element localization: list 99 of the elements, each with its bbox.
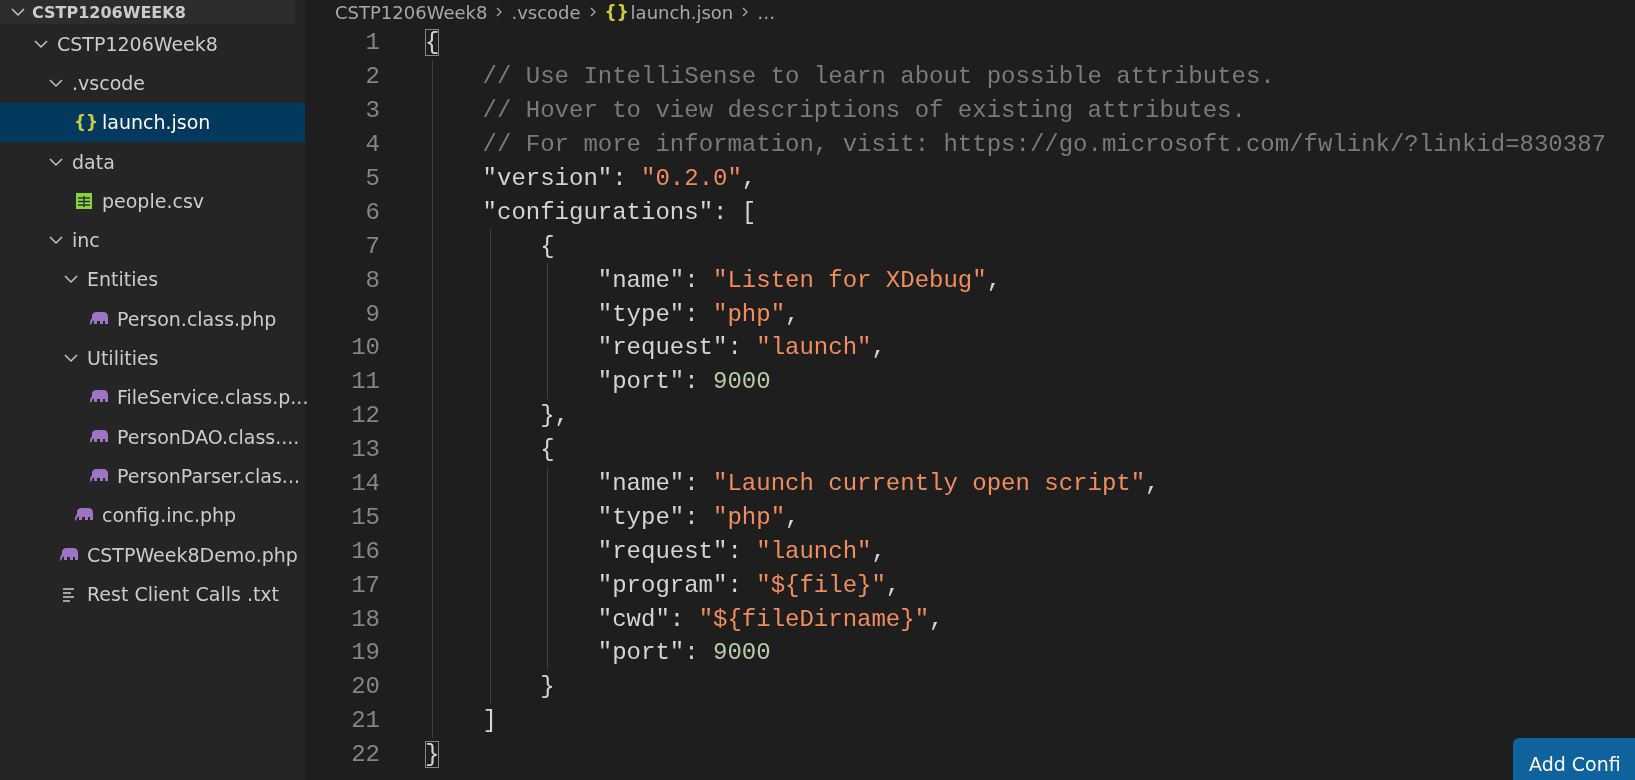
- file-item[interactable]: {} launch.json: [0, 102, 305, 142]
- file-item[interactable]: CSTPWeek8Demo.php: [0, 534, 305, 575]
- json-string: "Launch currently open script": [713, 470, 1146, 497]
- add-configuration-button[interactable]: Add Confi: [1513, 738, 1635, 780]
- breadcrumb-item[interactable]: .vscode: [511, 1, 581, 23]
- folder-item[interactable]: Utilities: [0, 338, 305, 378]
- punctuation: }: [540, 673, 555, 701]
- line-number: 17: [350, 571, 381, 599]
- file-item[interactable]: PersonDAO.class....: [0, 416, 305, 457]
- file-item[interactable]: FileService.class.p...: [0, 377, 305, 417]
- punctuation: :: [669, 605, 686, 633]
- json-number: 9000: [713, 639, 771, 667]
- line-number: 19: [350, 639, 381, 667]
- line-number: 14: [350, 470, 381, 497]
- file-item[interactable]: config.inc.php: [0, 495, 305, 535]
- line-number: 5: [364, 165, 381, 192]
- punctuation: : [: [713, 198, 757, 226]
- file-item[interactable]: PersonParser.clas...: [0, 456, 305, 496]
- punctuation: :: [684, 503, 700, 531]
- breadcrumb-item[interactable]: CSTP1206Week8: [335, 1, 488, 23]
- punctuation: :: [684, 470, 700, 497]
- line-number: 21: [350, 707, 381, 735]
- punctuation: ,: [785, 503, 800, 531]
- line-number: 4: [364, 131, 381, 159]
- folder-item[interactable]: data: [0, 141, 305, 182]
- table-icon: [74, 190, 94, 211]
- punctuation: {: [540, 232, 555, 260]
- punctuation: ,: [871, 334, 886, 362]
- punctuation: :: [727, 537, 743, 565]
- folder-item[interactable]: inc: [0, 220, 305, 260]
- line-number: 1: [364, 29, 381, 57]
- line-number: 18: [350, 605, 381, 633]
- json-key: "configurations": [482, 198, 714, 226]
- punctuation: {: [540, 436, 555, 464]
- punctuation: :: [684, 300, 700, 328]
- file-item[interactable]: people.csv: [0, 181, 305, 221]
- folder-item[interactable]: .vscode: [0, 63, 305, 103]
- punctuation: ,: [871, 537, 886, 565]
- line-number: 2: [364, 63, 381, 91]
- file-item[interactable]: Person.class.php: [0, 299, 305, 339]
- json-key: "program": [597, 571, 728, 599]
- punctuation: ,: [785, 300, 800, 328]
- json-string: "${fileDirname}": [698, 605, 930, 633]
- json-key: "name": [597, 470, 685, 497]
- punctuation: ,: [885, 571, 901, 599]
- json-key: "port": [597, 639, 685, 667]
- json-key: "port": [597, 368, 685, 396]
- json-string: "Listen for XDebug": [713, 266, 987, 294]
- json-string: "php": [713, 503, 786, 531]
- punctuation: },: [540, 402, 569, 430]
- punctuation: :: [684, 639, 700, 667]
- line-number: 11: [350, 368, 381, 396]
- bracket: {: [425, 29, 440, 57]
- folder-item[interactable]: Entities: [0, 259, 305, 300]
- json-key: "type": [597, 300, 685, 328]
- braces-icon: {}: [74, 112, 94, 133]
- breadcrumb-item[interactable]: launch.json: [630, 1, 734, 23]
- line-number: 9: [364, 300, 381, 328]
- code-comment: // Use IntelliSense to learn about possible attributes.: [482, 63, 1275, 91]
- line-number: 6: [364, 198, 381, 226]
- punctuation: ,: [929, 605, 944, 633]
- punctuation: :: [727, 571, 743, 599]
- line-number: 22: [350, 741, 381, 769]
- punctuation: ,: [741, 165, 757, 192]
- folder-item[interactable]: CSTP1206Week8: [0, 24, 305, 64]
- punctuation: ,: [1145, 470, 1160, 497]
- punctuation: ,: [986, 266, 1002, 294]
- json-string: "launch": [756, 334, 872, 362]
- line-number: 16: [350, 537, 381, 565]
- code-comment: // Hover to view descriptions of existing attributes.: [482, 97, 1246, 125]
- line-number: 15: [350, 503, 381, 531]
- code-comment: // For more information, visit: https://go.microsoft.com/fwlink/?linkid=830387: [482, 131, 1606, 159]
- punctuation: :: [684, 266, 700, 294]
- json-key: "request": [597, 537, 728, 565]
- punctuation: :: [727, 334, 743, 362]
- line-number: 13: [350, 436, 381, 464]
- json-number: 9000: [713, 368, 771, 396]
- json-string: "${file}": [756, 571, 886, 599]
- line-number: 10: [350, 334, 381, 362]
- punctuation: ]: [482, 707, 497, 735]
- json-key: "type": [597, 503, 685, 531]
- bracket: }: [425, 741, 440, 769]
- json-key: "request": [597, 334, 728, 362]
- line-number: 3: [364, 97, 381, 125]
- json-key: "name": [597, 266, 685, 294]
- json-string: "0.2.0": [641, 165, 742, 192]
- line-number: 8: [364, 266, 381, 294]
- json-string: "launch": [756, 537, 872, 565]
- punctuation: :: [684, 368, 700, 396]
- breadcrumb-item[interactable]: …: [757, 1, 776, 23]
- file-item[interactable]: Rest Client Calls .txt: [0, 574, 305, 614]
- line-number: 7: [364, 232, 381, 260]
- line-number: 20: [350, 673, 381, 701]
- json-key: "version": [482, 165, 613, 192]
- braces-icon: {}: [604, 2, 625, 22]
- json-string: "php": [713, 300, 786, 328]
- punctuation: :: [612, 165, 628, 192]
- line-number: 12: [350, 402, 381, 430]
- json-key: "cwd": [597, 605, 670, 633]
